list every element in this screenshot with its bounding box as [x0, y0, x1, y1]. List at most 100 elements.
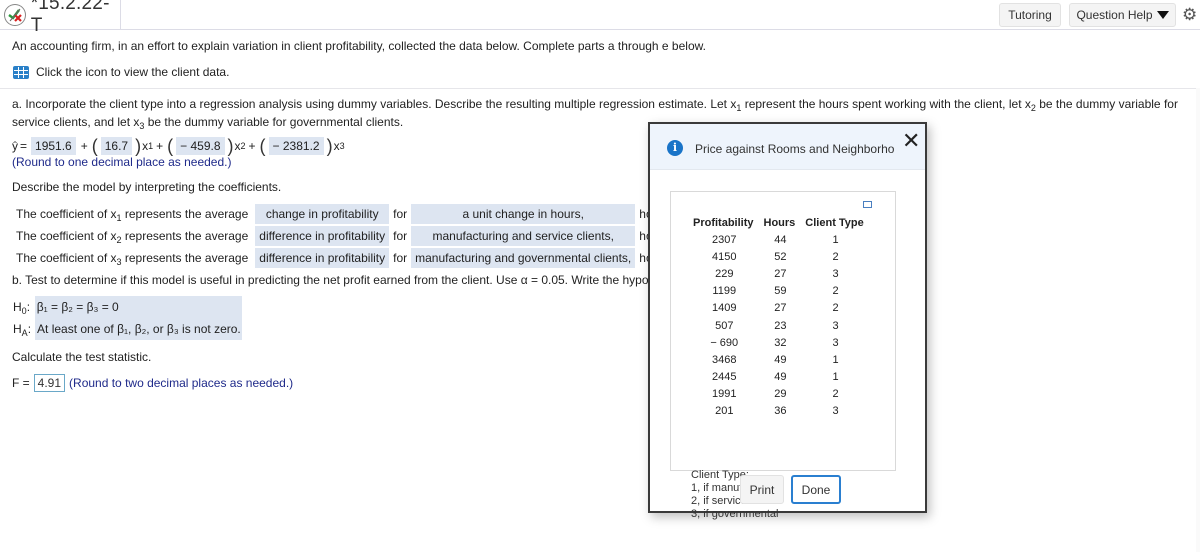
legend-line: 3, if governmental: [691, 508, 779, 520]
print-button[interactable]: Print: [740, 475, 784, 504]
table-row: 1991 29 2: [689, 386, 870, 403]
b1-answer[interactable]: 16.7: [100, 137, 133, 155]
table-cell: 201: [715, 405, 734, 418]
table-cell: 1: [832, 371, 839, 384]
question-help-button[interactable]: Question Help: [1069, 3, 1176, 27]
table-row: 1199 59 2: [689, 283, 870, 300]
table-cell: 2307: [712, 233, 737, 246]
table-cell: 2: [832, 388, 839, 401]
table-cell: 49: [774, 371, 787, 384]
for-text: for: [393, 229, 408, 243]
table-cell: 2445: [712, 371, 737, 384]
table-cell: 29: [774, 388, 787, 401]
gear-icon[interactable]: ⚙: [1182, 6, 1197, 23]
alternative-hypothesis-answer[interactable]: At least one of β₁, β₂, or β₃ is not zer…: [37, 322, 241, 336]
caret-down-icon: [1156, 11, 1169, 19]
table-cell: 507: [715, 319, 734, 332]
table-row: 229 27 3: [689, 265, 870, 282]
table-cell: 36: [774, 405, 787, 418]
data-table-panel: Profitability Hours Client Type 2307 44 1 415…: [670, 191, 896, 520]
f-statistic-input[interactable]: 4.91: [33, 374, 66, 392]
coefficient-label: The coefficient of x2 represents the ave…: [16, 229, 249, 245]
info-icon: i: [667, 140, 683, 156]
part-a-prompt: a. Incorporate the client type into a re…: [12, 97, 1178, 131]
question-number: *15.2.22-T: [30, 0, 110, 36]
table-cell: 59: [774, 285, 787, 298]
table-cell: 52: [774, 250, 787, 263]
comparison-dropdown[interactable]: manufacturing and service clients,: [411, 226, 636, 246]
b3-answer[interactable]: − 2381.2: [268, 137, 324, 155]
table-cell: 2: [832, 285, 839, 298]
dialog-title: Price against Rooms and Neighborhood: [695, 142, 895, 156]
measure-dropdown[interactable]: difference in profitability: [252, 248, 390, 268]
coefficient-interpretations: The coefficient of x1 represents the ave…: [12, 202, 744, 270]
regression-equation: ŷ = 1951.6 + (16.7) x1 + (− 459.8) x2 + …: [12, 136, 345, 156]
expand-icon[interactable]: [863, 201, 875, 212]
intro-text: An accounting firm, in an effort to expl…: [12, 39, 706, 53]
table-cell: 229: [715, 267, 734, 280]
coefficient-label: The coefficient of x1 represents the ave…: [16, 207, 249, 223]
comparison-dropdown[interactable]: a unit change in hours,: [411, 204, 636, 224]
alternative-hypothesis: HA: At least one of β₁, β₂, or β₃ is not…: [13, 322, 241, 338]
coefficient-row: The coefficient of x3 represents the ave…: [12, 248, 744, 268]
done-button[interactable]: Done: [791, 475, 841, 504]
table-cell: 2: [832, 250, 839, 263]
measure-dropdown[interactable]: change in profitability: [252, 204, 390, 224]
question-help-label: Question Help: [1076, 8, 1153, 22]
column-header: Hours: [763, 216, 796, 229]
for-text: for: [393, 207, 408, 221]
table-cell: 1: [832, 233, 839, 246]
table-cell: 3: [832, 319, 839, 332]
table-cell: 27: [774, 302, 787, 315]
table-cell: 3468: [712, 353, 737, 366]
tutoring-button[interactable]: Tutoring: [999, 3, 1061, 27]
table-row: 3468 49 1: [689, 351, 870, 368]
dialog-header: i Price against Rooms and Neighborhood ✕: [650, 124, 925, 170]
client-data-table: Profitability Hours Client Type 2307 44 1 415…: [689, 214, 870, 420]
null-hypothesis: H0: β₁ = β₂ = β₃ = 0: [13, 300, 119, 316]
coefficient-row: The coefficient of x2 represents the ave…: [12, 226, 744, 246]
table-row: 2307 44 1: [689, 231, 870, 248]
table-cell: 3: [832, 267, 839, 280]
table-cell: 44: [774, 233, 787, 246]
client-data-dialog: i Price against Rooms and Neighborhood ✕…: [648, 122, 927, 520]
divider: [0, 88, 1200, 89]
table-row: 507 23 3: [689, 317, 870, 334]
table-cell: 3: [832, 405, 839, 418]
rounding-note: (Round to one decimal place as needed.): [12, 155, 232, 169]
table-row: 1409 27 2: [689, 300, 870, 317]
table-cell: − 690: [710, 336, 739, 349]
f-statistic-line: F = 4.91 (Round to two decimal places as…: [12, 374, 294, 392]
table-cell: 27: [774, 267, 787, 280]
f-rounding-note: (Round to two decimal places as needed.): [69, 376, 294, 390]
column-header: Client Type: [805, 216, 864, 229]
b2-answer[interactable]: − 459.8: [176, 137, 225, 155]
intercept-answer[interactable]: 1951.6: [31, 137, 76, 155]
table-cell: 1: [832, 353, 839, 366]
table-cell: 1199: [712, 285, 737, 298]
table-cell: 49: [774, 353, 787, 366]
test-statistic-prompt: Calculate the test statistic.: [12, 350, 152, 364]
table-cell: 2: [832, 302, 839, 315]
table-cell: 3: [832, 336, 839, 349]
view-data-link[interactable]: Click the icon to view the client data.: [13, 65, 229, 79]
comparison-dropdown[interactable]: manufacturing and governmental clients,: [411, 248, 636, 268]
view-data-label: Click the icon to view the client data.: [36, 65, 230, 79]
top-bar: *15.2.22-T Tutoring Question Help ⚙: [0, 0, 1200, 36]
measure-dropdown[interactable]: difference in profitability: [252, 226, 390, 246]
part-b-prompt: b. Test to determine if this model is us…: [12, 273, 688, 287]
null-hypothesis-answer[interactable]: β₁ = β₂ = β₃ = 0: [37, 300, 119, 314]
coefficient-label: The coefficient of x3 represents the ave…: [16, 251, 249, 267]
table-row: 4150 52 2: [689, 248, 870, 265]
coefficient-row: The coefficient of x1 represents the ave…: [12, 204, 744, 224]
column-header: Profitability: [693, 216, 754, 229]
table-row: 2445 49 1: [689, 369, 870, 386]
partial-correct-icon: [4, 4, 26, 26]
page-scrollbar[interactable]: [1196, 88, 1200, 552]
table-cell: 32: [774, 336, 787, 349]
question-title: *15.2.22-T: [0, 0, 121, 36]
for-text: for: [393, 251, 408, 265]
table-grid-icon[interactable]: [13, 65, 29, 79]
close-icon[interactable]: ✕: [902, 130, 920, 152]
table-cell: 4150: [712, 250, 737, 263]
